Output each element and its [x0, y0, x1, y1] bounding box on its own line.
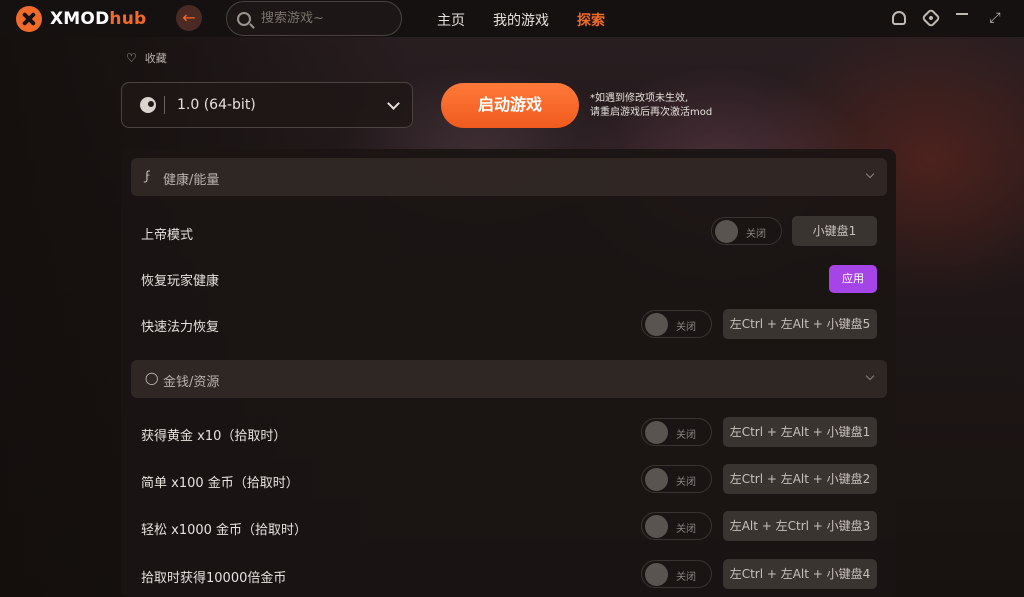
- toggle-state: 关闭: [676, 524, 696, 535]
- chevron-down-icon: [387, 97, 400, 110]
- hotkey-gold-x100[interactable]: 左Ctrl + 左Alt + 小键盘2: [723, 464, 877, 494]
- gear-icon: [921, 8, 941, 28]
- mod-label-gold-x1000: 轻松 x1000 金币（拾取时）: [141, 523, 308, 538]
- mod-label-gold-x10000: 拾取时获得10000倍金币: [141, 571, 287, 586]
- toggle-gold-x1000[interactable]: 关闭: [641, 512, 712, 540]
- top-bar: XMODhub ← 主页 我的游戏 探索 ⤢: [0, 0, 1024, 37]
- hotkey-fast-mana[interactable]: 左Ctrl + 左Alt + 小键盘5: [723, 309, 877, 339]
- mod-label-god-mode: 上帝模式: [141, 228, 194, 243]
- toggle-knob: [645, 468, 668, 491]
- minimize-icon: [956, 13, 968, 15]
- notification-button[interactable]: [892, 11, 906, 25]
- section-title: 金钱/资源: [163, 375, 220, 390]
- hotkey-gold-x10000[interactable]: 左Ctrl + 左Alt + 小键盘4: [723, 559, 877, 589]
- mod-label-fast-mana: 快速法力恢复: [141, 320, 220, 335]
- back-button[interactable]: ←: [176, 5, 202, 31]
- toggle-knob: [645, 421, 668, 444]
- restore-icon: ⤢: [989, 10, 1001, 26]
- section-header-health[interactable]: ϝ 健康/能量: [131, 158, 887, 196]
- mod-label-restore-health: 恢复玩家健康: [141, 274, 220, 289]
- toggle-state: 关闭: [676, 322, 696, 333]
- search-input[interactable]: [261, 11, 391, 26]
- hotkey-gold-x10[interactable]: 左Ctrl + 左Alt + 小键盘1: [723, 417, 877, 447]
- launch-note-line1: *如遇到修改项未生效,: [590, 93, 689, 104]
- favorite-toggle[interactable]: ♡ 收藏: [126, 50, 167, 66]
- arrow-left-icon: ←: [182, 8, 196, 27]
- window-controls: ⤢: [892, 8, 1002, 28]
- launch-game-button[interactable]: 启动游戏: [441, 83, 579, 128]
- settings-button[interactable]: [921, 8, 941, 28]
- lightning-icon: ϝ: [145, 169, 151, 183]
- toggle-state: 关闭: [676, 477, 696, 488]
- toggle-gold-x100[interactable]: 关闭: [641, 465, 712, 493]
- steam-icon: [140, 97, 156, 113]
- toggle-state: 关闭: [746, 229, 766, 240]
- launch-note: *如遇到修改项未生效, 请重启游戏后再次激活mod: [590, 92, 712, 120]
- chevron-down-icon: [865, 371, 875, 381]
- search-icon: [237, 11, 251, 26]
- nav-explore[interactable]: 探索: [577, 10, 605, 30]
- main-nav: 主页 我的游戏 探索: [437, 10, 605, 30]
- money-bag-icon: ◯: [145, 371, 159, 385]
- toggle-knob: [645, 313, 668, 336]
- section-title: 健康/能量: [163, 173, 220, 188]
- toggle-knob: [645, 563, 668, 586]
- toggle-god-mode[interactable]: 关闭: [711, 217, 782, 245]
- hotkey-gold-x1000[interactable]: 左Alt + 左Ctrl + 小键盘3: [723, 511, 877, 541]
- version-label: 1.0 (64-bit): [177, 97, 256, 113]
- restore-button[interactable]: ⤢: [988, 11, 1002, 25]
- hotkey-god-mode[interactable]: 小键盘1: [792, 216, 877, 246]
- divider: [164, 96, 165, 114]
- nav-home[interactable]: 主页: [437, 10, 465, 30]
- xmod-logo-icon: [16, 6, 42, 32]
- toggle-gold-x10[interactable]: 关闭: [641, 418, 712, 446]
- launch-note-line2: 请重启游戏后再次激活mod: [590, 107, 713, 118]
- bell-icon: [892, 11, 906, 25]
- version-select[interactable]: 1.0 (64-bit): [121, 82, 413, 128]
- search-box[interactable]: [226, 1, 402, 36]
- apply-restore-health-button[interactable]: 应用: [829, 265, 877, 293]
- mod-label-gold-x100: 简单 x100 金币（拾取时）: [141, 476, 299, 491]
- nav-my-games[interactable]: 我的游戏: [493, 10, 549, 30]
- toggle-knob: [715, 220, 738, 243]
- minimize-button[interactable]: [956, 11, 970, 25]
- toggle-knob: [645, 515, 668, 538]
- heart-icon: ♡: [126, 51, 137, 65]
- toggle-fast-mana[interactable]: 关闭: [641, 310, 712, 338]
- app-name: XMODhub: [50, 9, 147, 29]
- app-logo[interactable]: XMODhub: [16, 6, 146, 32]
- chevron-down-icon: [865, 169, 875, 179]
- mod-label-gold-x10: 获得黄金 x10（拾取时）: [141, 429, 287, 444]
- toggle-state: 关闭: [676, 572, 696, 583]
- toggle-state: 关闭: [676, 430, 696, 441]
- toggle-gold-x10000[interactable]: 关闭: [641, 560, 712, 588]
- favorite-label: 收藏: [144, 52, 167, 65]
- section-header-money[interactable]: ◯ 金钱/资源: [131, 360, 887, 398]
